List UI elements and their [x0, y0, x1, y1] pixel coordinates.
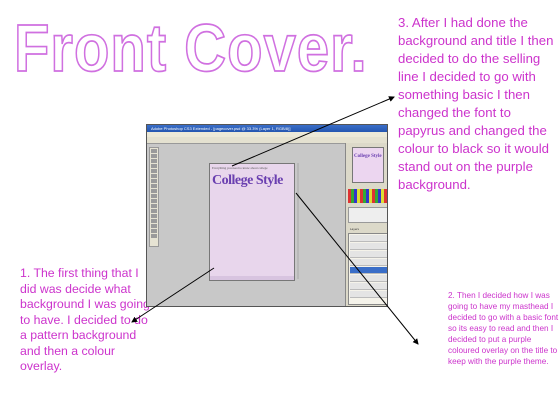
- arrow-step-1: [131, 267, 215, 323]
- arrow-step-2: [295, 192, 419, 345]
- annotation-arrows: [131, 96, 419, 345]
- arrow-step-3: [231, 96, 395, 167]
